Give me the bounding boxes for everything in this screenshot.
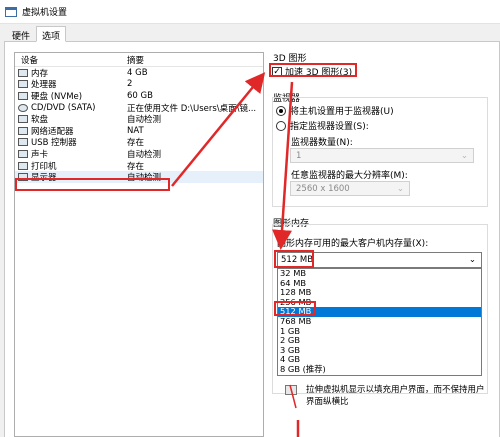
- device-summary: 4 GB: [127, 67, 148, 78]
- device-name-cell: 声卡: [15, 148, 125, 160]
- cd-dvd-icon: [18, 103, 28, 112]
- title-bar: 虚拟机设置: [0, 0, 500, 24]
- device-name: 内存: [31, 68, 49, 79]
- device-row[interactable]: CD/DVD (SATA) 正在使用文件 D:\Users\桌面\镜...: [15, 102, 263, 114]
- network-adapter-icon: [18, 126, 28, 135]
- memory-option[interactable]: 2 GB: [278, 336, 481, 346]
- accelerate-3d-label: 加速 3D 图形(3): [285, 68, 353, 78]
- chevron-down-icon: ⌄: [468, 255, 476, 265]
- device-list-header: 设备 摘要: [15, 53, 263, 67]
- device-summary: 60 GB: [127, 90, 153, 101]
- device-summary: NAT: [127, 125, 144, 136]
- radio-selected-icon: [276, 105, 286, 116]
- max-resolution-value: 2560 x 1600: [296, 183, 350, 194]
- device-row[interactable]: 网络适配器 NAT: [15, 125, 263, 137]
- device-name-cell: 网络适配器: [15, 125, 125, 137]
- device-name-cell: 软盘: [15, 113, 125, 125]
- specify-monitor-radio[interactable]: 指定监视器设置(S):: [276, 119, 369, 132]
- device-row[interactable]: 打印机 存在: [15, 160, 263, 172]
- device-name: 声卡: [31, 149, 49, 160]
- device-name-cell: 内存: [15, 67, 125, 79]
- sound-card-icon: [18, 149, 28, 158]
- device-row[interactable]: USB 控制器 存在: [15, 136, 263, 149]
- hard-disk-icon: [18, 91, 28, 100]
- memory-icon: [18, 68, 28, 77]
- tab-strip: 硬件 选项: [6, 26, 67, 42]
- memory-option[interactable]: 3 GB: [278, 345, 481, 356]
- processor-icon: [18, 80, 28, 89]
- device-name-cell: 硬盘 (NVMe): [15, 90, 125, 102]
- device-name: 网络适配器: [31, 126, 74, 137]
- checkbox-checked-icon: ✓: [272, 66, 282, 77]
- device-row[interactable]: 硬盘 (NVMe) 60 GB: [15, 90, 263, 102]
- use-host-settings-label: 将主机设置用于监视器(U): [290, 107, 394, 117]
- max-resolution-label: 任意监视器的最大分辨率(M):: [291, 171, 408, 181]
- memory-option[interactable]: 8 GB (推荐): [278, 364, 481, 375]
- device-list: 设备 摘要 内存 4 GB 处理器 2 硬盘 (NVMe) 60 GB CD/DVD (SA…: [14, 52, 264, 437]
- device-name-cell: 打印机: [15, 160, 125, 172]
- stretch-description: 拉伸虚拟机显示以填充用户界面，而不保持用户界面纵横比: [306, 385, 485, 407]
- graphics3d-section-label: 3D 图形: [273, 54, 307, 64]
- device-row[interactable]: 软盘 自动检测: [15, 113, 263, 125]
- device-summary: 2: [127, 79, 133, 90]
- device-row[interactable]: 内存 4 GB: [15, 67, 263, 79]
- memory-option[interactable]: 32 MB: [278, 268, 481, 279]
- graphics-memory-dropdown: 32 MB 64 MB 128 MB 256 MB 512 MB 768 MB 1 GB 2 …: [277, 268, 482, 376]
- monitor-count-select[interactable]: 1 ⌄: [290, 148, 474, 163]
- display-icon: [18, 173, 28, 182]
- chevron-down-icon: ⌄: [460, 151, 468, 161]
- device-summary: 存在: [127, 161, 145, 172]
- use-host-settings-radio[interactable]: 将主机设置用于监视器(U): [276, 104, 394, 117]
- device-name: 处理器: [31, 80, 57, 91]
- device-row[interactable]: 显示器 自动检测: [15, 171, 263, 183]
- floppy-icon: [18, 115, 28, 124]
- window-title: 虚拟机设置: [22, 8, 68, 18]
- device-name-cell: CD/DVD (SATA): [15, 103, 125, 113]
- column-header-summary[interactable]: 摘要: [125, 54, 263, 66]
- column-header-device[interactable]: 设备: [15, 54, 125, 66]
- device-name: 软盘: [31, 115, 49, 126]
- device-summary: 自动检测: [127, 173, 162, 184]
- chevron-down-icon: ⌄: [396, 184, 404, 194]
- graphics-memory-selected-value: 512 MB: [281, 255, 314, 265]
- device-name-cell: 显示器: [15, 171, 125, 183]
- monitor-count-value: 1: [296, 150, 302, 161]
- device-name: 硬盘 (NVMe): [31, 91, 83, 102]
- device-name: 显示器: [31, 173, 57, 184]
- device-rows: 内存 4 GB 处理器 2 硬盘 (NVMe) 60 GB CD/DVD (SATA) 正在使…: [15, 67, 263, 183]
- device-row[interactable]: 处理器 2: [15, 78, 263, 90]
- accelerate-3d-checkbox[interactable]: ✓ 加速 3D 图形(3): [272, 65, 352, 78]
- vm-settings-icon: [5, 6, 17, 17]
- device-name: 打印机: [31, 161, 57, 172]
- memory-option[interactable]: 768 MB: [278, 316, 481, 327]
- stretch-display-icon: [285, 385, 297, 395]
- max-resolution-select[interactable]: 2560 x 1600 ⌄: [290, 181, 410, 196]
- device-summary: 自动检测: [127, 149, 162, 160]
- device-name: USB 控制器: [31, 138, 77, 149]
- device-name-cell: 处理器: [15, 78, 125, 90]
- tab-hardware[interactable]: 硬件: [6, 26, 36, 42]
- device-name-cell: USB 控制器: [15, 136, 125, 148]
- monitor-count-label: 监视器数量(N):: [291, 138, 353, 148]
- device-name: CD/DVD (SATA): [31, 102, 96, 113]
- device-summary: 自动检测: [127, 115, 162, 126]
- usb-icon: [18, 138, 28, 147]
- max-graphics-memory-label: 图形内存可用的最大客户机内存量(X):: [277, 239, 429, 249]
- device-summary: 正在使用文件 D:\Users\桌面\镜...: [127, 103, 257, 114]
- memory-option[interactable]: 1 GB: [278, 326, 481, 337]
- device-row[interactable]: 声卡 自动检测: [15, 148, 263, 160]
- printer-icon: [18, 161, 28, 170]
- radio-unselected-icon: [276, 120, 286, 131]
- graphics-memory-select[interactable]: 512 MB ⌄: [277, 252, 482, 268]
- specify-monitor-label: 指定监视器设置(S):: [290, 122, 369, 132]
- tab-options[interactable]: 选项: [36, 26, 67, 42]
- device-summary: 存在: [127, 138, 145, 149]
